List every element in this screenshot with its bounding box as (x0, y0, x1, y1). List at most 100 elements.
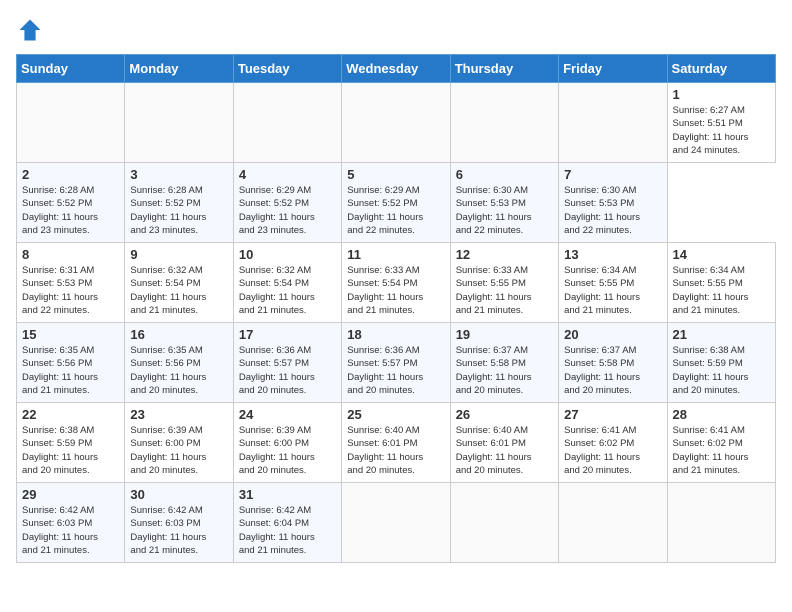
calendar-cell: 26 Sunrise: 6:40 AM Sunset: 6:01 PM Dayl… (450, 403, 558, 483)
day-info: Sunrise: 6:38 AM Sunset: 5:59 PM Dayligh… (22, 424, 119, 477)
day-info: Sunrise: 6:42 AM Sunset: 6:03 PM Dayligh… (130, 504, 227, 557)
calendar-cell: 23 Sunrise: 6:39 AM Sunset: 6:00 PM Dayl… (125, 403, 233, 483)
day-info: Sunrise: 6:34 AM Sunset: 5:55 PM Dayligh… (564, 264, 661, 317)
day-number: 18 (347, 327, 444, 342)
calendar-week-1: 2 Sunrise: 6:28 AM Sunset: 5:52 PM Dayli… (17, 163, 776, 243)
calendar-cell: 29 Sunrise: 6:42 AM Sunset: 6:03 PM Dayl… (17, 483, 125, 563)
logo (16, 16, 48, 44)
day-info: Sunrise: 6:39 AM Sunset: 6:00 PM Dayligh… (130, 424, 227, 477)
day-number: 2 (22, 167, 119, 182)
day-number: 29 (22, 487, 119, 502)
day-number: 23 (130, 407, 227, 422)
day-number: 11 (347, 247, 444, 262)
day-number: 1 (673, 87, 770, 102)
day-header-tuesday: Tuesday (233, 55, 341, 83)
day-info: Sunrise: 6:32 AM Sunset: 5:54 PM Dayligh… (130, 264, 227, 317)
calendar-cell: 9 Sunrise: 6:32 AM Sunset: 5:54 PM Dayli… (125, 243, 233, 323)
calendar-week-2: 8 Sunrise: 6:31 AM Sunset: 5:53 PM Dayli… (17, 243, 776, 323)
calendar-cell (342, 83, 450, 163)
day-info: Sunrise: 6:41 AM Sunset: 6:02 PM Dayligh… (564, 424, 661, 477)
day-info: Sunrise: 6:41 AM Sunset: 6:02 PM Dayligh… (673, 424, 770, 477)
calendar-cell: 25 Sunrise: 6:40 AM Sunset: 6:01 PM Dayl… (342, 403, 450, 483)
day-number: 19 (456, 327, 553, 342)
day-info: Sunrise: 6:30 AM Sunset: 5:53 PM Dayligh… (456, 184, 553, 237)
day-info: Sunrise: 6:32 AM Sunset: 5:54 PM Dayligh… (239, 264, 336, 317)
day-info: Sunrise: 6:42 AM Sunset: 6:04 PM Dayligh… (239, 504, 336, 557)
calendar-week-3: 15 Sunrise: 6:35 AM Sunset: 5:56 PM Dayl… (17, 323, 776, 403)
day-number: 12 (456, 247, 553, 262)
day-info: Sunrise: 6:38 AM Sunset: 5:59 PM Dayligh… (673, 344, 770, 397)
day-number: 21 (673, 327, 770, 342)
day-info: Sunrise: 6:42 AM Sunset: 6:03 PM Dayligh… (22, 504, 119, 557)
calendar-cell: 27 Sunrise: 6:41 AM Sunset: 6:02 PM Dayl… (559, 403, 667, 483)
day-header-wednesday: Wednesday (342, 55, 450, 83)
day-header-saturday: Saturday (667, 55, 775, 83)
calendar-cell: 7 Sunrise: 6:30 AM Sunset: 5:53 PM Dayli… (559, 163, 667, 243)
day-info: Sunrise: 6:35 AM Sunset: 5:56 PM Dayligh… (130, 344, 227, 397)
day-info: Sunrise: 6:28 AM Sunset: 5:52 PM Dayligh… (22, 184, 119, 237)
day-header-thursday: Thursday (450, 55, 558, 83)
calendar-cell (125, 83, 233, 163)
calendar-body: 1 Sunrise: 6:27 AM Sunset: 5:51 PM Dayli… (17, 83, 776, 563)
day-info: Sunrise: 6:37 AM Sunset: 5:58 PM Dayligh… (564, 344, 661, 397)
day-info: Sunrise: 6:40 AM Sunset: 6:01 PM Dayligh… (456, 424, 553, 477)
calendar-cell (559, 483, 667, 563)
calendar-week-5: 29 Sunrise: 6:42 AM Sunset: 6:03 PM Dayl… (17, 483, 776, 563)
day-info: Sunrise: 6:34 AM Sunset: 5:55 PM Dayligh… (673, 264, 770, 317)
day-header-monday: Monday (125, 55, 233, 83)
calendar-cell (667, 483, 775, 563)
day-info: Sunrise: 6:39 AM Sunset: 6:00 PM Dayligh… (239, 424, 336, 477)
calendar-cell: 6 Sunrise: 6:30 AM Sunset: 5:53 PM Dayli… (450, 163, 558, 243)
day-header-sunday: Sunday (17, 55, 125, 83)
day-number: 7 (564, 167, 661, 182)
calendar-cell: 22 Sunrise: 6:38 AM Sunset: 5:59 PM Dayl… (17, 403, 125, 483)
calendar-cell: 3 Sunrise: 6:28 AM Sunset: 5:52 PM Dayli… (125, 163, 233, 243)
calendar-cell: 14 Sunrise: 6:34 AM Sunset: 5:55 PM Dayl… (667, 243, 775, 323)
day-info: Sunrise: 6:29 AM Sunset: 5:52 PM Dayligh… (347, 184, 444, 237)
day-info: Sunrise: 6:27 AM Sunset: 5:51 PM Dayligh… (673, 104, 770, 157)
calendar-cell: 17 Sunrise: 6:36 AM Sunset: 5:57 PM Dayl… (233, 323, 341, 403)
calendar-cell: 10 Sunrise: 6:32 AM Sunset: 5:54 PM Dayl… (233, 243, 341, 323)
day-info: Sunrise: 6:36 AM Sunset: 5:57 PM Dayligh… (239, 344, 336, 397)
header (16, 16, 776, 44)
day-number: 10 (239, 247, 336, 262)
calendar-cell: 5 Sunrise: 6:29 AM Sunset: 5:52 PM Dayli… (342, 163, 450, 243)
day-number: 4 (239, 167, 336, 182)
day-number: 28 (673, 407, 770, 422)
calendar-cell: 30 Sunrise: 6:42 AM Sunset: 6:03 PM Dayl… (125, 483, 233, 563)
calendar-cell: 4 Sunrise: 6:29 AM Sunset: 5:52 PM Dayli… (233, 163, 341, 243)
calendar-week-0: 1 Sunrise: 6:27 AM Sunset: 5:51 PM Dayli… (17, 83, 776, 163)
day-info: Sunrise: 6:28 AM Sunset: 5:52 PM Dayligh… (130, 184, 227, 237)
calendar-cell: 15 Sunrise: 6:35 AM Sunset: 5:56 PM Dayl… (17, 323, 125, 403)
day-info: Sunrise: 6:33 AM Sunset: 5:54 PM Dayligh… (347, 264, 444, 317)
day-number: 31 (239, 487, 336, 502)
day-info: Sunrise: 6:31 AM Sunset: 5:53 PM Dayligh… (22, 264, 119, 317)
day-number: 16 (130, 327, 227, 342)
calendar-cell: 1 Sunrise: 6:27 AM Sunset: 5:51 PM Dayli… (667, 83, 775, 163)
day-number: 27 (564, 407, 661, 422)
day-info: Sunrise: 6:29 AM Sunset: 5:52 PM Dayligh… (239, 184, 336, 237)
day-number: 14 (673, 247, 770, 262)
day-number: 13 (564, 247, 661, 262)
calendar-cell: 8 Sunrise: 6:31 AM Sunset: 5:53 PM Dayli… (17, 243, 125, 323)
calendar-header-row: SundayMondayTuesdayWednesdayThursdayFrid… (17, 55, 776, 83)
day-number: 26 (456, 407, 553, 422)
calendar-cell: 16 Sunrise: 6:35 AM Sunset: 5:56 PM Dayl… (125, 323, 233, 403)
calendar-cell: 13 Sunrise: 6:34 AM Sunset: 5:55 PM Dayl… (559, 243, 667, 323)
calendar-cell: 31 Sunrise: 6:42 AM Sunset: 6:04 PM Dayl… (233, 483, 341, 563)
day-number: 22 (22, 407, 119, 422)
day-header-friday: Friday (559, 55, 667, 83)
calendar-cell: 20 Sunrise: 6:37 AM Sunset: 5:58 PM Dayl… (559, 323, 667, 403)
day-number: 25 (347, 407, 444, 422)
calendar-cell: 11 Sunrise: 6:33 AM Sunset: 5:54 PM Dayl… (342, 243, 450, 323)
calendar-cell (342, 483, 450, 563)
calendar-cell (450, 83, 558, 163)
calendar-cell (559, 83, 667, 163)
calendar-cell: 18 Sunrise: 6:36 AM Sunset: 5:57 PM Dayl… (342, 323, 450, 403)
day-number: 24 (239, 407, 336, 422)
day-number: 30 (130, 487, 227, 502)
calendar-cell: 12 Sunrise: 6:33 AM Sunset: 5:55 PM Dayl… (450, 243, 558, 323)
day-number: 9 (130, 247, 227, 262)
calendar-cell: 28 Sunrise: 6:41 AM Sunset: 6:02 PM Dayl… (667, 403, 775, 483)
calendar-cell: 24 Sunrise: 6:39 AM Sunset: 6:00 PM Dayl… (233, 403, 341, 483)
